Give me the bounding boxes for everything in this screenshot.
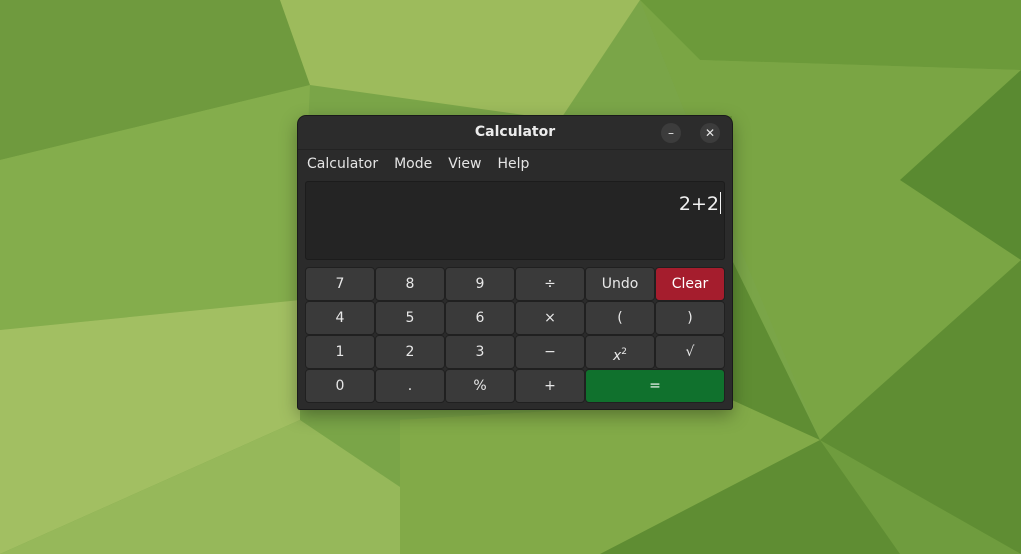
close-button[interactable]: ✕: [700, 123, 720, 143]
key-multiply[interactable]: ×: [515, 301, 585, 335]
key-0[interactable]: 0: [305, 369, 375, 403]
minimize-button[interactable]: –: [661, 123, 681, 143]
key-decimal[interactable]: .: [375, 369, 445, 403]
text-caret: [720, 192, 721, 214]
menu-view[interactable]: View: [448, 150, 481, 178]
key-add[interactable]: +: [515, 369, 585, 403]
menu-calculator[interactable]: Calculator: [307, 150, 378, 178]
expression-display[interactable]: 2+2: [305, 181, 725, 260]
key-square-root[interactable]: √: [655, 335, 725, 369]
desktop: Calculator – ✕ Calculator Mode View Help…: [0, 0, 1021, 554]
key-8[interactable]: 8: [375, 267, 445, 301]
clear-button[interactable]: Clear: [655, 267, 725, 301]
key-4[interactable]: 4: [305, 301, 375, 335]
display-value-wrap: 2+2: [679, 192, 721, 215]
expression-text: 2+2: [678, 193, 719, 215]
menu-bar: Calculator Mode View Help: [298, 150, 732, 178]
equals-button[interactable]: =: [585, 369, 725, 403]
key-2[interactable]: 2: [375, 335, 445, 369]
calculator-window: Calculator – ✕ Calculator Mode View Help…: [298, 116, 732, 409]
key-7[interactable]: 7: [305, 267, 375, 301]
key-6[interactable]: 6: [445, 301, 515, 335]
key-subtract[interactable]: −: [515, 335, 585, 369]
key-9[interactable]: 9: [445, 267, 515, 301]
key-close-paren[interactable]: ): [655, 301, 725, 335]
menu-mode[interactable]: Mode: [394, 150, 432, 178]
key-percent[interactable]: %: [445, 369, 515, 403]
title-bar[interactable]: Calculator – ✕: [298, 116, 732, 150]
menu-help[interactable]: Help: [497, 150, 529, 178]
key-5[interactable]: 5: [375, 301, 445, 335]
keypad: 7 8 9 ÷ Undo Clear 4 5 6 × ( ) 1 2 3 − x…: [305, 267, 725, 403]
key-3[interactable]: 3: [445, 335, 515, 369]
key-open-paren[interactable]: (: [585, 301, 655, 335]
square-exponent: 2: [621, 347, 628, 357]
key-1[interactable]: 1: [305, 335, 375, 369]
key-square[interactable]: x2: [585, 335, 655, 369]
key-divide[interactable]: ÷: [515, 267, 585, 301]
undo-button[interactable]: Undo: [585, 267, 655, 301]
